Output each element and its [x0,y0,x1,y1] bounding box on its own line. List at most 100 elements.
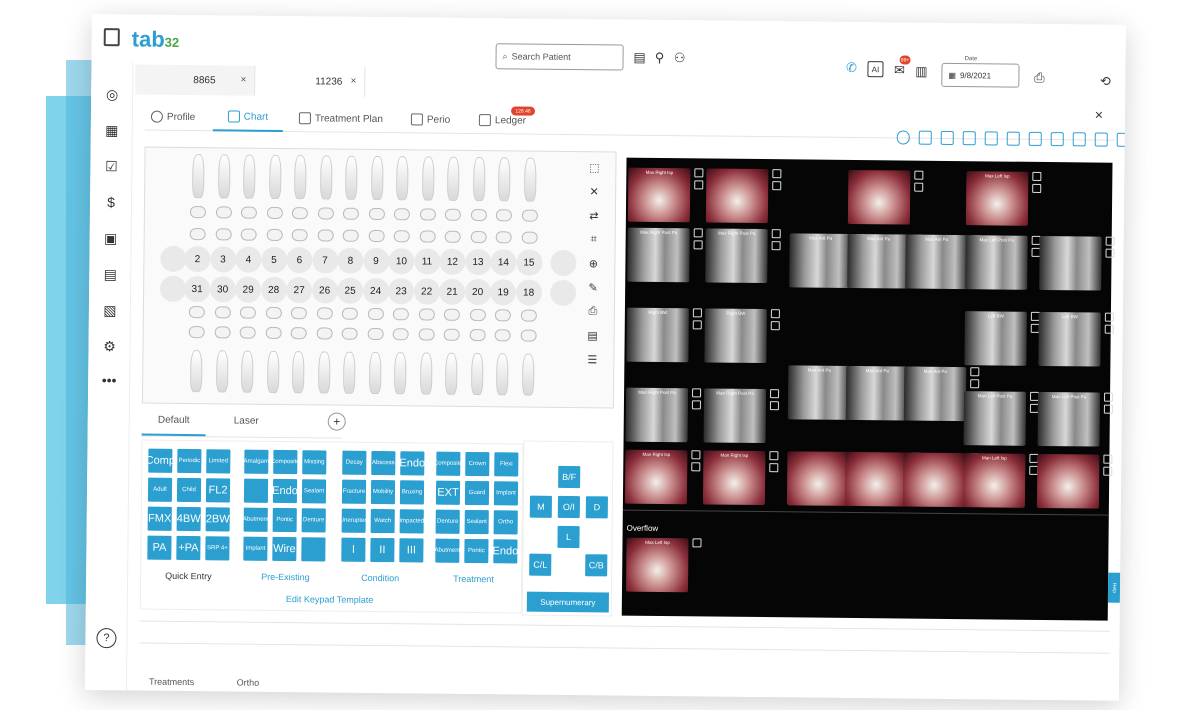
tooth-column[interactable]: 8 25 [336,155,364,400]
chart-icon[interactable]: ☑ [101,156,121,176]
keypad-button[interactable]: Endo [272,478,298,504]
edit-keypad-template-link[interactable]: Edit Keypad Template [286,594,373,605]
lower-tooth-number[interactable]: 25 [336,277,364,304]
supernumerary-button[interactable]: Supernumerary [526,591,609,613]
upper-tooth-number[interactable]: 2 [184,245,211,273]
surface-l-button[interactable]: L [557,525,580,549]
lower-tooth-number[interactable]: 27 [285,277,313,304]
tab-treatment-plan[interactable]: Treatment Plan [298,104,383,133]
trash-icon[interactable] [1103,466,1113,476]
edit-icon[interactable] [770,389,780,399]
keypad-button[interactable]: Guard [464,480,490,506]
keypad-button[interactable]: FL2 [205,478,231,503]
select-icon[interactable]: ⬚ [586,159,602,175]
image-alt-icon[interactable] [1050,132,1064,147]
lower-tooth-number[interactable]: 19 [489,279,517,306]
keypad-button[interactable]: Unerupted [340,508,368,533]
image-icon[interactable] [1006,131,1020,146]
trash-icon[interactable] [1032,183,1042,193]
edit-icon[interactable] [771,229,781,239]
help-tab[interactable]: Help [1107,572,1121,603]
patient-tab-2[interactable]: 11236 × [255,65,366,97]
tooth-column[interactable]: 6 27 [285,155,313,399]
surface-oi-button[interactable]: O/I [557,495,580,519]
billing-icon[interactable]: $ [101,192,121,212]
keypad-button[interactable]: SRP 4+ [205,536,230,561]
notes-icon[interactable]: ▤ [631,50,647,66]
keypad-button[interactable]: Sealant [464,509,489,535]
tab-profile[interactable]: Profile [150,103,196,131]
tooth-column[interactable]: 2 31 [183,154,211,398]
keypad-button[interactable]: Abutment [243,507,269,532]
tooth-column[interactable]: 7 26 [311,155,339,399]
lower-tooth-number[interactable]: 28 [260,276,287,304]
xray-thumbnail[interactable]: Max Ant Pa [905,234,968,290]
keypad-button[interactable]: Pontic [464,538,489,564]
find-user-icon[interactable]: ⚇ [671,50,687,66]
edit-icon[interactable] [1103,454,1113,464]
zoom-icon[interactable]: ⊕ [585,255,601,271]
trash-icon[interactable] [914,182,924,192]
tab-default[interactable]: Default [141,414,206,437]
edit-icon[interactable] [692,308,702,318]
keypad-button[interactable]: 2BW [205,507,230,532]
calendar-icon[interactable]: ▦ [102,120,122,140]
xray-thumbnail[interactable]: Right BW [704,308,767,364]
trash-icon[interactable] [770,321,780,331]
keypad-button[interactable]: FMX [147,506,172,531]
tooth-column[interactable]: 3 30 [209,154,237,398]
reports-icon[interactable]: ▧ [100,300,120,320]
keypad-button[interactable]: Pontic [272,507,297,533]
trash-icon[interactable] [769,401,779,411]
messages-icon[interactable]: ✉ [891,62,907,78]
lower-tooth-number[interactable]: 29 [234,276,262,303]
edit-icon[interactable] [1103,392,1114,402]
close-icon[interactable]: × [350,76,356,87]
edit-icon[interactable] [970,367,980,377]
record-icon[interactable] [896,130,910,145]
edit-icon[interactable] [694,168,704,178]
keypad-button[interactable]: II [370,537,395,563]
tooth-column[interactable]: 13 20 [464,156,492,401]
keypad-button[interactable]: Missing [302,450,327,475]
upper-tooth-number[interactable]: 13 [464,248,492,276]
keypad-button[interactable] [301,537,326,562]
keypad-button[interactable]: Implant [493,481,519,506]
swap-icon[interactable]: ⇄ [586,207,602,223]
edit-icon[interactable] [772,169,782,179]
print-icon[interactable]: ⎙ [585,303,601,319]
edit-icon[interactable] [691,450,701,460]
tooth-chart[interactable]: 2 31 3 30 4 29 5 28 6 27 7 26 8 25 9 24 10 23 11 22 12 21 13 20… [141,146,617,409]
xray-thumbnail[interactable]: Max Right Post Pa [627,227,690,283]
trash-icon[interactable] [692,320,702,330]
upper-tooth-number[interactable]: 5 [260,246,288,274]
brush-icon[interactable]: ✎ [585,279,601,295]
xray-thumbnail[interactable]: Max Left Isp [965,171,1029,226]
edit-icon[interactable] [693,228,703,238]
more-icon[interactable]: ••• [99,370,119,390]
keypad-button[interactable]: Fracture [341,479,367,504]
trash-icon[interactable] [692,538,702,548]
tooth-column[interactable]: 4 29 [234,154,262,399]
keypad-button[interactable]: Abutment [435,538,460,563]
calendar-icon[interactable] [1072,132,1086,147]
upper-tooth-number[interactable]: 15 [515,249,543,276]
xray-thumbnail[interactable]: Man Ant Pa [845,365,909,421]
keypad-button[interactable]: Denture [435,509,460,534]
surface-cl-button[interactable]: C/L [529,553,552,576]
xray-thumbnail[interactable]: Man Right Post Pa [703,388,767,444]
keypad-button[interactable]: Decay [342,450,367,475]
keypad-button[interactable]: Denture [301,508,326,533]
lower-tooth-number[interactable]: 26 [311,277,338,304]
xray-thumbnail[interactable]: Max Left Isp [625,537,689,593]
keypad-button[interactable]: Composite [434,451,463,476]
xray-thumbnail[interactable] [1039,235,1102,291]
xray-thumbnail[interactable]: Left BW [1038,311,1101,367]
keypad-button[interactable]: Impacted [399,509,424,534]
tooth-alt-icon[interactable] [962,131,976,146]
keypad-button[interactable]: Composite [271,449,300,475]
surface-bf-button[interactable]: B/F [558,465,581,489]
lower-tooth-number[interactable]: 31 [183,275,211,303]
xray-thumbnail[interactable]: Man Left Isp [962,453,1026,508]
trash-icon[interactable] [1103,404,1113,414]
